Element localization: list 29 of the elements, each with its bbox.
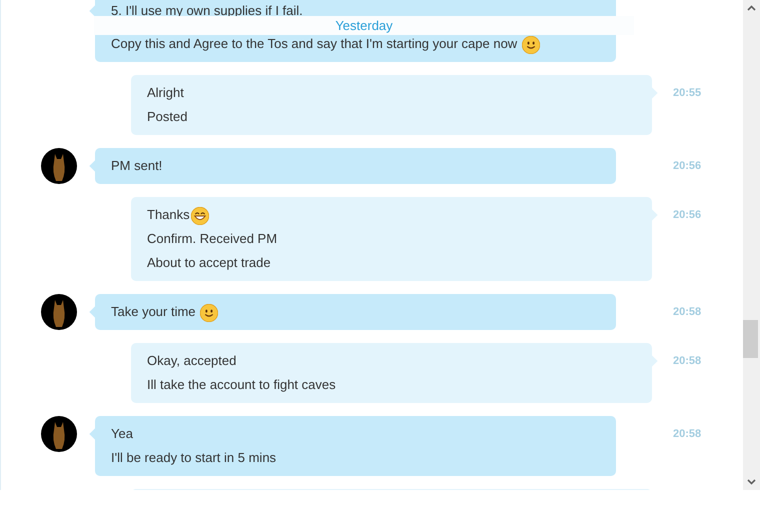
avatar[interactable] (41, 294, 77, 330)
grinning-face-icon (190, 206, 209, 225)
message-text: Alright (147, 84, 185, 102)
scroll-down-icon[interactable] (747, 479, 756, 485)
message-text: I'll be ready to start in 5 mins (111, 449, 278, 467)
message-text: Take your time (111, 300, 600, 324)
avatar[interactable] (41, 416, 77, 452)
message-time: 20:56 (673, 208, 702, 223)
scrollbar-thumb[interactable] (743, 320, 758, 358)
smiley-icon (200, 304, 218, 322)
message-text: Yea (111, 425, 134, 443)
scrollbar[interactable] (743, 0, 760, 490)
message-time: 20:55 (673, 86, 702, 101)
message-time: 20:58 (673, 305, 702, 320)
date-divider: Yesterday (335, 16, 393, 35)
message-text: Confirm. Received PM (147, 230, 278, 248)
message-time: 20:56 (673, 159, 702, 174)
message-text: Ill take the account to fight caves (147, 376, 337, 394)
smiley-icon (522, 36, 540, 54)
scroll-up-icon[interactable] (747, 5, 756, 11)
message-text: About to accept trade (147, 254, 272, 272)
message-time: 20:58 (673, 354, 702, 369)
avatar[interactable] (41, 148, 77, 184)
message-text: Thanks (147, 203, 636, 227)
message-text: PM sent! (111, 157, 164, 175)
message-text: Copy this and Agree to the Tos and say that I'm starting your cape now (111, 32, 600, 56)
message-text: Okay, accepted (147, 352, 238, 370)
message-time: 20:58 (673, 427, 702, 442)
message-text: Posted (147, 108, 188, 126)
